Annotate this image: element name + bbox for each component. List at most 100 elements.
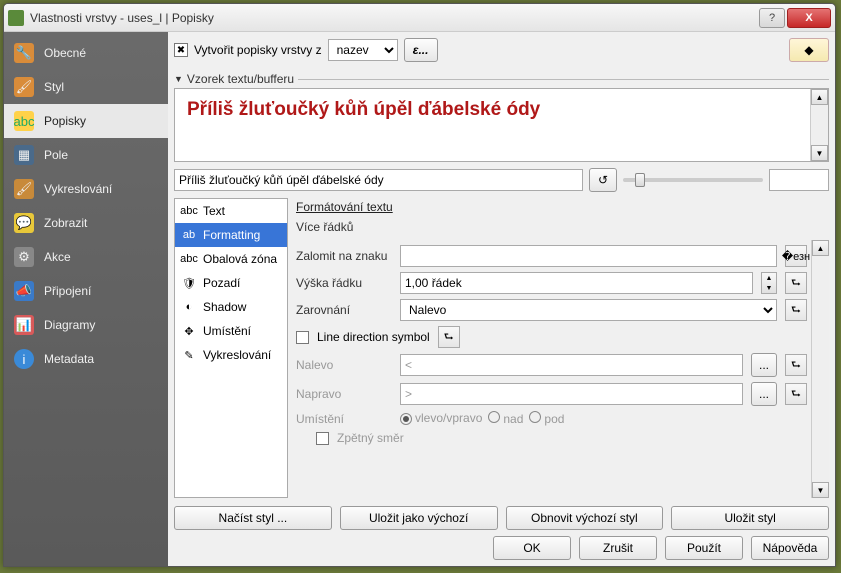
reset-sample-button[interactable]: ↺ (589, 168, 617, 192)
sample-collapser[interactable]: ▼ Vzorek textu/bufferu (174, 72, 829, 86)
save-style-button[interactable]: Uložit styl (671, 506, 829, 530)
abc-icon: abc (181, 203, 197, 219)
placement-icon: ✥ (181, 323, 197, 339)
tab-formatting[interactable]: abFormatting (175, 223, 287, 247)
window-title: Vlastnosti vrstvy - uses_l | Popisky (30, 11, 757, 25)
placement-label: Umístění (296, 412, 392, 426)
abc-icon: abc (14, 111, 34, 131)
scroll-up-icon[interactable]: ▲ (811, 89, 828, 105)
megaphone-icon: 📣 (14, 281, 34, 301)
placement-radio-above[interactable]: nad (488, 411, 523, 426)
wrap-override-button[interactable]: �езн (785, 245, 807, 267)
rule-based-button[interactable]: ◆ (789, 38, 829, 62)
cancel-button[interactable]: Zrušit (579, 536, 657, 560)
apply-button[interactable]: Použít (665, 536, 743, 560)
left-override-button[interactable]: ⮑ (785, 354, 807, 376)
align-select[interactable]: Nalevo (400, 299, 777, 321)
sidebar-item-labels[interactable]: abcPopisky (4, 104, 168, 138)
text-preview: Příliš žluťoučký kůň úpěl ďábelské ódy ▲… (174, 88, 829, 162)
placement-radio-below[interactable]: pod (529, 411, 564, 426)
titlebar: Vlastnosti vrstvy - uses_l | Popisky ? X (4, 4, 835, 32)
scroll-down-icon[interactable]: ▼ (811, 145, 828, 161)
shadow-icon: ◐ (181, 299, 197, 315)
lineheight-spinner[interactable]: ▲▼ (761, 272, 777, 294)
format-icon: ab (181, 227, 197, 243)
field-select[interactable]: nazev (328, 39, 398, 61)
preview-scrollbar[interactable]: ▲ ▼ (810, 89, 828, 161)
triangle-down-icon: ▼ (174, 74, 183, 84)
tab-placement[interactable]: ✥Umístění (175, 319, 287, 343)
info-icon: i (14, 349, 34, 369)
right-browse-button[interactable]: ... (751, 382, 777, 406)
formatting-pane: Formátování textu Více řádků Zalomit na … (296, 198, 829, 498)
sidebar-item-joins[interactable]: 📣Připojení (4, 274, 168, 308)
sidebar-item-style[interactable]: 🖌Styl (4, 70, 168, 104)
wrap-input[interactable] (400, 245, 777, 267)
bubble-icon: 💬 (14, 213, 34, 233)
lineheight-label: Výška řádku (296, 276, 392, 290)
pen-icon: ✎ (181, 347, 197, 363)
gear-icon: ⚙ (14, 247, 34, 267)
left-input (400, 354, 743, 376)
linedir-label: Line direction symbol (317, 330, 430, 344)
sidebar-item-diagrams[interactable]: 📊Diagramy (4, 308, 168, 342)
right-override-button[interactable]: ⮑ (785, 383, 807, 405)
scroll-up-icon[interactable]: ▲ (812, 240, 829, 256)
linedir-override-button[interactable]: ⮑ (438, 326, 460, 348)
sidebar-item-rendering[interactable]: 🖌Vykreslování (4, 172, 168, 206)
close-button[interactable]: X (787, 8, 831, 28)
sidebar-item-fields[interactable]: ▦Pole (4, 138, 168, 172)
size-slider[interactable] (623, 178, 763, 182)
sample-input[interactable] (174, 169, 583, 191)
settings-tabs: abcText abFormatting abcObalová zóna 🛡Po… (174, 198, 288, 498)
sidebar-item-display[interactable]: 💬Zobrazit (4, 206, 168, 240)
help-button[interactable]: Nápověda (751, 536, 829, 560)
tab-rendering[interactable]: ✎Vykreslování (175, 343, 287, 367)
help-button[interactable]: ? (759, 8, 785, 28)
sidebar-item-actions[interactable]: ⚙Akce (4, 240, 168, 274)
chart-icon: 📊 (14, 315, 34, 335)
left-label: Nalevo (296, 358, 392, 372)
tab-buffer[interactable]: abcObalová zóna (175, 247, 287, 271)
sidebar: 🔧Obecné 🖌Styl abcPopisky ▦Pole 🖌Vykreslo… (4, 32, 168, 566)
buffer-icon: abc (181, 251, 197, 267)
sidebar-item-general[interactable]: 🔧Obecné (4, 36, 168, 70)
dialog-window: Vlastnosti vrstvy - uses_l | Popisky ? X… (3, 3, 836, 567)
align-label: Zarovnání (296, 303, 392, 317)
lineheight-override-button[interactable]: ⮑ (785, 272, 807, 294)
form-scrollbar[interactable]: ▲ ▼ (811, 240, 829, 498)
tab-background[interactable]: 🛡Pozadí (175, 271, 287, 295)
left-browse-button[interactable]: ... (751, 353, 777, 377)
expression-button[interactable]: ε... (404, 38, 438, 62)
enable-labels-label: Vytvořit popisky vrstvy z (194, 43, 322, 57)
ok-button[interactable]: OK (493, 536, 571, 560)
form-subtitle: Více řádků (296, 220, 829, 234)
paint-icon: 🖌 (14, 179, 34, 199)
preview-text: Příliš žluťoučký kůň úpěl ďábelské ódy (187, 99, 816, 121)
lineheight-input[interactable] (400, 272, 753, 294)
sidebar-item-metadata[interactable]: iMetadata (4, 342, 168, 376)
form-title: Formátování textu (296, 200, 829, 214)
brush-icon: 🖌 (14, 77, 34, 97)
scroll-down-icon[interactable]: ▼ (812, 482, 829, 498)
placement-radio-lr[interactable]: vlevo/vpravo (400, 411, 482, 426)
right-label: Napravo (296, 387, 392, 401)
reverse-checkbox[interactable] (316, 432, 329, 445)
align-override-button[interactable]: ⮑ (785, 299, 807, 321)
wrap-label: Zalomit na znaku (296, 249, 392, 263)
save-default-button[interactable]: Uložit jako výchozí (340, 506, 498, 530)
restore-default-button[interactable]: Obnovit výchozí styl (506, 506, 664, 530)
linedir-checkbox[interactable] (296, 331, 309, 344)
right-input (400, 383, 743, 405)
tab-text[interactable]: abcText (175, 199, 287, 223)
load-style-button[interactable]: Načíst styl ... (174, 506, 332, 530)
tab-shadow[interactable]: ◐Shadow (175, 295, 287, 319)
shield-icon: 🛡 (181, 275, 197, 291)
reverse-label: Zpětný směr (337, 431, 404, 445)
main-panel: ✖ Vytvořit popisky vrstvy z nazev ε... ◆… (168, 32, 835, 566)
app-icon (8, 10, 24, 26)
color-picker[interactable] (769, 169, 829, 191)
wrench-icon: 🔧 (14, 43, 34, 63)
enable-labels-checkbox[interactable]: ✖ (174, 43, 188, 57)
table-icon: ▦ (14, 145, 34, 165)
